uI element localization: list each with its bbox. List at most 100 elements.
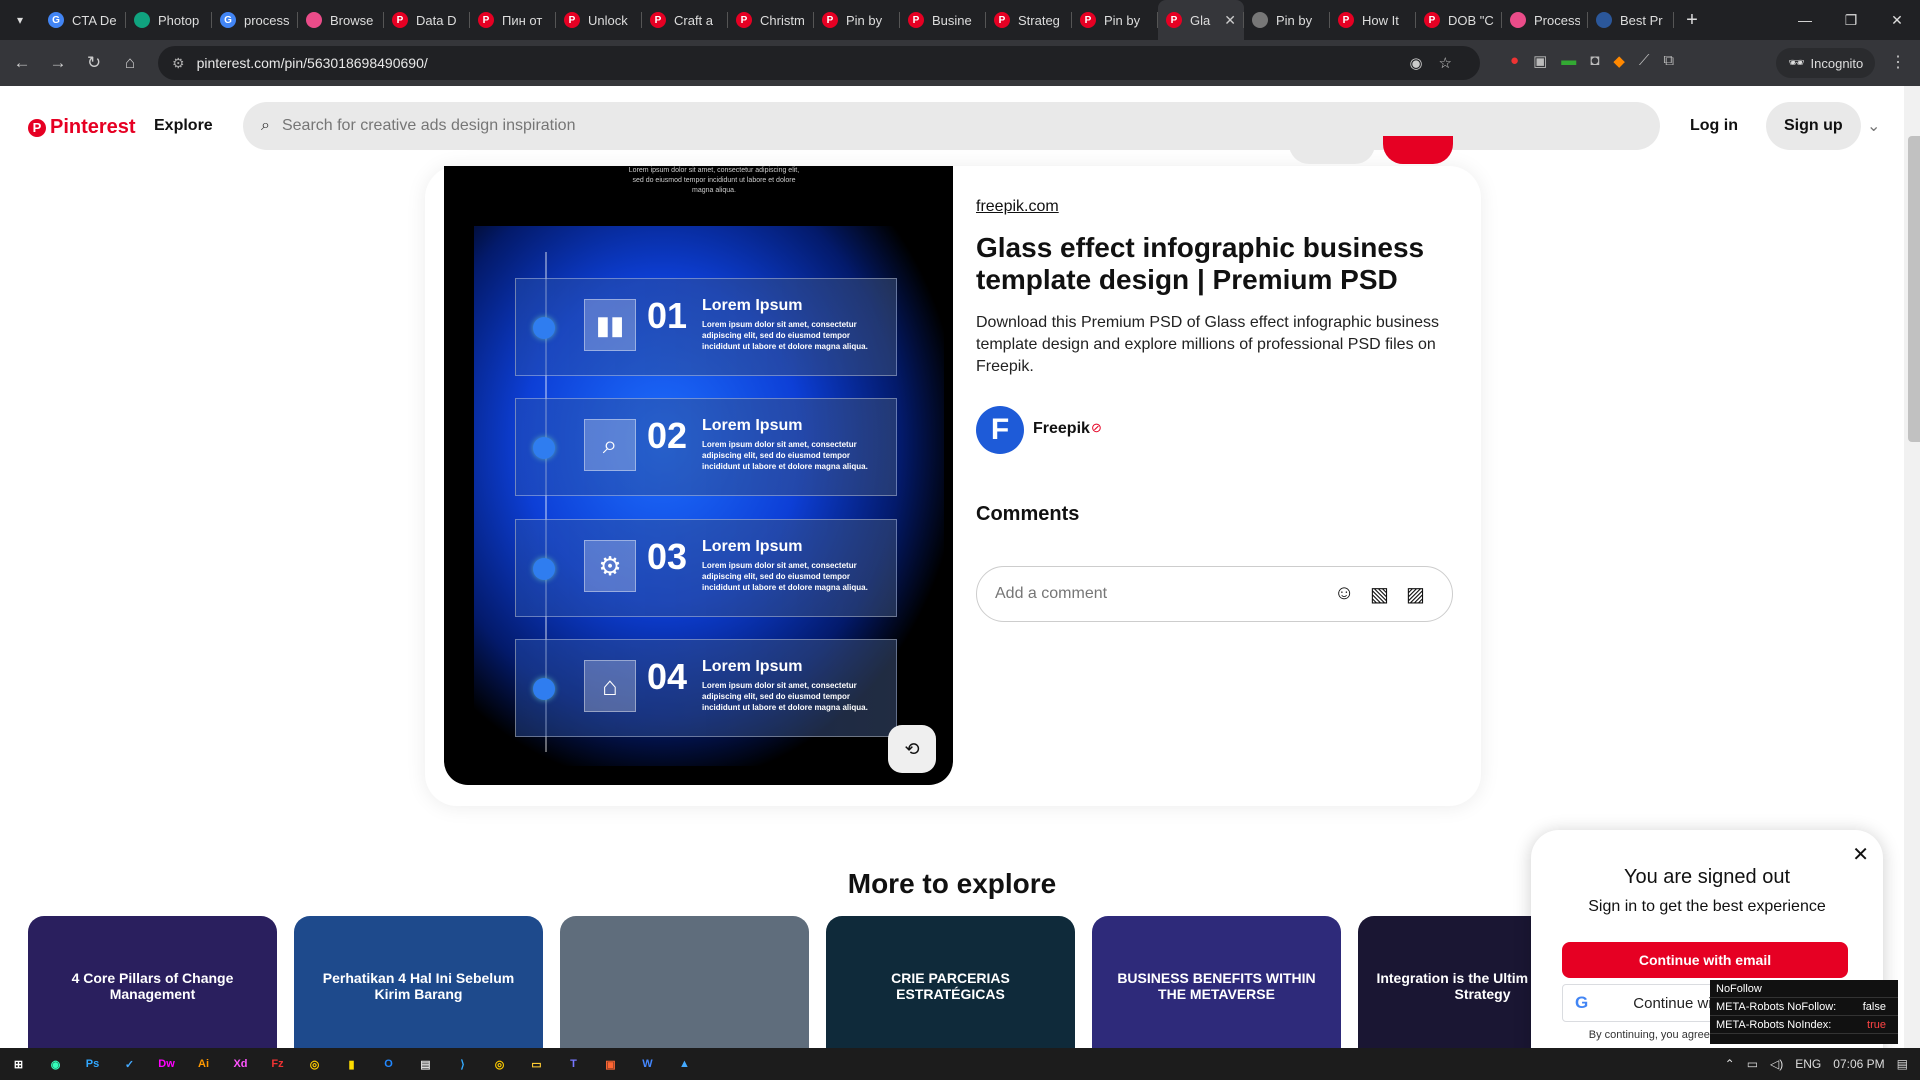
- pinterest-icon: P: [1338, 12, 1354, 28]
- pinterest-icon: P: [650, 12, 666, 28]
- tab-title: Pin by: [846, 12, 883, 28]
- minimize-button[interactable]: —: [1782, 0, 1828, 40]
- browser-tab[interactable]: P Пин от: [470, 0, 556, 40]
- notification-icon[interactable]: ▤: [1897, 1057, 1908, 1071]
- chevron-down-icon[interactable]: ⌄: [1867, 116, 1880, 136]
- pinterest-logo[interactable]: P Pinterest: [28, 116, 136, 139]
- app-icon[interactable]: ▤: [407, 1048, 444, 1080]
- explore-link[interactable]: Explore: [154, 117, 213, 135]
- explore-pin-thumbnail[interactable]: [560, 916, 809, 1048]
- outlook-icon[interactable]: O: [370, 1048, 407, 1080]
- windows-start-icon[interactable]: ⊞: [0, 1048, 37, 1080]
- extension-icon[interactable]: ▬: [1561, 52, 1576, 70]
- continue-email-button[interactable]: Continue with email: [1562, 942, 1848, 978]
- browser-tab[interactable]: P Strateg: [986, 0, 1072, 40]
- extension-icon[interactable]: ▣: [1533, 52, 1547, 70]
- network-icon[interactable]: ▭: [1747, 1057, 1758, 1071]
- browser-tab[interactable]: P Pin by: [814, 0, 900, 40]
- explore-pin-thumbnail[interactable]: Perhatikan 4 Hal Ini Sebelum Kirim Baran…: [294, 916, 543, 1048]
- close-tab-icon[interactable]: ✕: [1224, 12, 1236, 29]
- noindex-value: true: [1867, 1018, 1886, 1031]
- browser-tab[interactable]: G CTA De: [40, 0, 126, 40]
- explore-pin-thumbnail[interactable]: CRIE PARCERIAS ESTRATÉGICAS: [826, 916, 1075, 1048]
- browser-tab[interactable]: Gprocess: [212, 0, 298, 40]
- page-scrollbar[interactable]: [1904, 86, 1920, 1048]
- step-description: Lorem ipsum dolor sit amet, consectetur …: [702, 561, 868, 592]
- browser-tab[interactable]: Photop: [126, 0, 212, 40]
- explore-pin-thumbnail[interactable]: BUSINESS BENEFITS WITHIN THE METAVERSE: [1092, 916, 1341, 1048]
- dreamweaver-icon[interactable]: Dw: [148, 1048, 185, 1080]
- app-icon[interactable]: ✓: [111, 1048, 148, 1080]
- sticker-icon[interactable]: ▧: [1370, 582, 1389, 607]
- browser-menu-icon[interactable]: ⋮: [1890, 52, 1906, 72]
- chrome-icon[interactable]: ◎: [296, 1048, 333, 1080]
- browser-tab[interactable]: P Christm: [728, 0, 814, 40]
- browser-tab[interactable]: P Unlock: [556, 0, 642, 40]
- noindex-label: META-Robots NoIndex:: [1716, 1018, 1832, 1031]
- comment-input[interactable]: Add a comment ☺ ▧ ▨: [976, 566, 1453, 622]
- back-button[interactable]: ←: [4, 53, 40, 73]
- author-avatar[interactable]: F: [976, 406, 1024, 454]
- signup-button[interactable]: Sign up: [1766, 102, 1861, 150]
- puzzle-icon[interactable]: ⧉: [1663, 52, 1674, 70]
- clock[interactable]: 07:06 PM: [1833, 1057, 1884, 1071]
- emoji-icon[interactable]: ☺: [1334, 582, 1354, 605]
- restore-button[interactable]: ❐: [1828, 0, 1874, 40]
- illustrator-icon[interactable]: Ai: [185, 1048, 222, 1080]
- browser-tab[interactable]: Pin by: [1244, 0, 1330, 40]
- incognito-badge[interactable]: 🕶 Incognito: [1776, 48, 1876, 78]
- site-info-icon[interactable]: ⚙: [172, 55, 185, 72]
- browser-tab[interactable]: P How It: [1330, 0, 1416, 40]
- extension-icon[interactable]: ●: [1510, 52, 1519, 70]
- chevron-up-icon[interactable]: ⌃: [1725, 1057, 1735, 1071]
- image-icon[interactable]: ▨: [1406, 582, 1425, 607]
- address-bar[interactable]: ⚙ pinterest.com/pin/563018698490690/ ◉☆: [158, 46, 1480, 80]
- close-window-button[interactable]: ✕: [1874, 0, 1920, 40]
- volume-icon[interactable]: ◁): [1770, 1057, 1783, 1071]
- filezilla-icon[interactable]: Fz: [259, 1048, 296, 1080]
- photoshop-icon[interactable]: Ps: [74, 1048, 111, 1080]
- language-indicator[interactable]: ENG: [1795, 1057, 1821, 1071]
- close-icon[interactable]: ✕: [1852, 842, 1869, 867]
- explore-pin-thumbnail[interactable]: 4 Core Pillars of Change Management: [28, 916, 277, 1048]
- browser-tab[interactable]: P Data D: [384, 0, 470, 40]
- login-button[interactable]: Log in: [1674, 102, 1754, 150]
- browser-tab[interactable]: Process: [1502, 0, 1588, 40]
- edge-icon[interactable]: ◉: [37, 1048, 74, 1080]
- xd-icon[interactable]: Xd: [222, 1048, 259, 1080]
- bar-chart-icon: ▮▮: [584, 299, 636, 351]
- chrome-icon[interactable]: ◎: [481, 1048, 518, 1080]
- extension-icon[interactable]: ⟋: [1639, 52, 1650, 70]
- card-action-button[interactable]: [1289, 136, 1375, 164]
- source-link[interactable]: freepik.com: [976, 198, 1059, 216]
- new-tab-button[interactable]: +: [1674, 9, 1710, 32]
- pin-image[interactable]: Lorem ipsum dolor sit amet, consectetur …: [444, 166, 953, 785]
- tab-search-button[interactable]: ▾: [0, 0, 40, 40]
- author-name[interactable]: Freepik: [1033, 420, 1090, 438]
- browser-tab[interactable]: P Craft a: [642, 0, 728, 40]
- bookmark-star-icon[interactable]: ◉☆: [1409, 54, 1468, 72]
- save-button[interactable]: [1383, 136, 1453, 164]
- browser-tab[interactable]: P Pin by: [1072, 0, 1158, 40]
- notes-icon[interactable]: ▮: [333, 1048, 370, 1080]
- app-icon[interactable]: ▲: [666, 1048, 703, 1080]
- forward-button[interactable]: →: [40, 53, 76, 73]
- teams-icon[interactable]: T: [555, 1048, 592, 1080]
- file-explorer-icon[interactable]: ▭: [518, 1048, 555, 1080]
- browser-tab[interactable]: P Busine: [900, 0, 986, 40]
- word-icon[interactable]: W: [629, 1048, 666, 1080]
- app-icon[interactable]: ▣: [592, 1048, 629, 1080]
- scrollbar-thumb[interactable]: [1908, 136, 1920, 442]
- browser-tab[interactable]: Browse: [298, 0, 384, 40]
- extension-icon[interactable]: ◆: [1613, 52, 1625, 70]
- infographic-step: ⌕ 02 Lorem Ipsum Lorem ipsum dolor sit amet…: [515, 398, 897, 496]
- camera-extension-icon[interactable]: ◘: [1590, 52, 1599, 70]
- pinterest-icon: P: [736, 12, 752, 28]
- vscode-icon[interactable]: ⟩: [444, 1048, 481, 1080]
- home-button[interactable]: ⌂: [112, 53, 148, 73]
- browser-tab[interactable]: P DOB "C: [1416, 0, 1502, 40]
- browser-tab[interactable]: P Gla ✕: [1158, 0, 1244, 40]
- browser-tab[interactable]: Best Pr: [1588, 0, 1674, 40]
- reload-button[interactable]: ↻: [76, 53, 112, 73]
- visual-search-button[interactable]: ⟲: [888, 725, 936, 773]
